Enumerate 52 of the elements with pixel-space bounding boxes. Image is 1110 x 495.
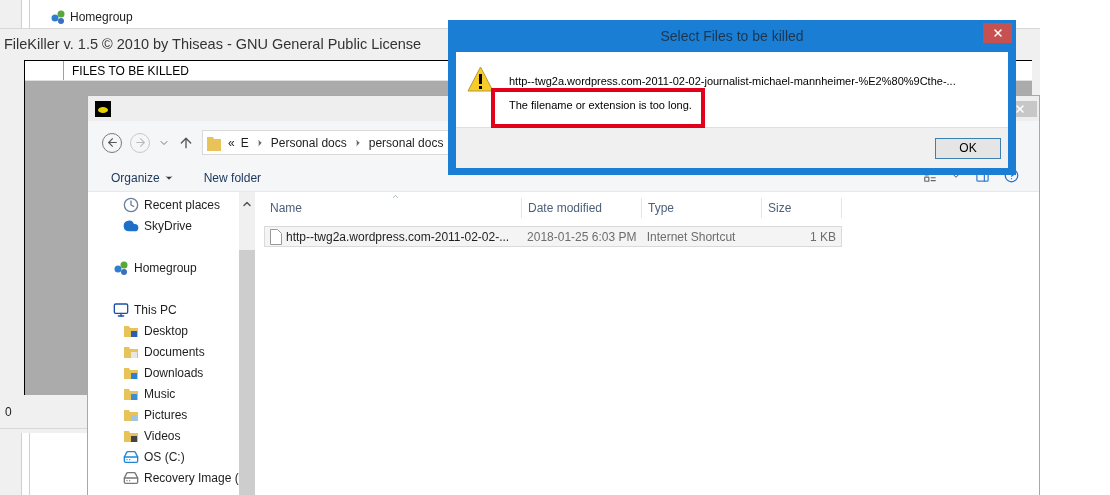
nav-item[interactable]: Pictures xyxy=(88,404,239,425)
nav-item[interactable]: OS (C:) xyxy=(88,446,239,467)
column-header[interactable]: Name xyxy=(264,198,522,218)
table-cell-text: 2018-01-25 6:03 PM xyxy=(527,228,637,246)
clock-icon xyxy=(123,196,139,213)
forward-icon xyxy=(133,136,147,149)
nav-item[interactable]: Recovery Image ( xyxy=(88,467,239,488)
app-icon xyxy=(95,100,111,117)
table-cell-text: Internet Shortcut xyxy=(646,228,736,246)
message-text: The filename or extension is too long. xyxy=(509,99,692,111)
network-icon xyxy=(113,259,129,276)
nav-item[interactable]: Videos xyxy=(88,425,239,446)
nav-item[interactable]: Homegroup xyxy=(50,8,133,26)
monitor-icon xyxy=(113,301,129,318)
nav-item[interactable]: Recent places xyxy=(88,194,239,215)
nav-item[interactable]: Music xyxy=(88,383,239,404)
toolbar-button[interactable]: Organize xyxy=(111,168,174,187)
file-icon xyxy=(270,228,282,245)
sort-icon xyxy=(391,192,400,201)
file-row[interactable]: http--twg2a.wordpress.com-2011-02-02-... 2018-01-25 6:03 PM Internet Shortcut 1 KB xyxy=(264,226,842,247)
ok-button[interactable]: OK xyxy=(935,137,1001,159)
breadcrumb[interactable]: Personal docs xyxy=(270,133,347,152)
breadcrumb[interactable]: personal docs xyxy=(368,133,444,152)
message-text: http--twg2a.wordpress.com-2011-02-02-journalist-michael-mannheimer-%E2%80%9Cthe-... xyxy=(509,75,956,87)
nav-item[interactable]: Downloads xyxy=(88,362,239,383)
drive-icon xyxy=(123,469,139,486)
close-icon xyxy=(991,27,1004,39)
nav-item[interactable]: This PC xyxy=(88,299,239,320)
nav-item[interactable]: Homegroup xyxy=(88,257,239,278)
column-header[interactable]: Type xyxy=(642,198,762,218)
nav-item[interactable]: SkyDrive xyxy=(88,215,239,236)
back-icon xyxy=(105,136,119,149)
breadcrumb[interactable]: E xyxy=(240,133,249,152)
scrollbar[interactable] xyxy=(238,192,255,495)
close-icon xyxy=(1014,102,1026,115)
warning-icon xyxy=(467,66,494,92)
nav-item[interactable]: Documents xyxy=(88,341,239,362)
close-button[interactable] xyxy=(983,23,1012,43)
table-cell-text: http--twg2a.wordpress.com-2011-02-02-... xyxy=(286,228,510,246)
column-header[interactable]: FILES TO BE KILLED xyxy=(64,61,189,80)
nav-item[interactable]: Desktop xyxy=(88,320,239,341)
toolbar-button[interactable]: New folder xyxy=(203,168,262,187)
column-header[interactable]: Size xyxy=(762,198,842,218)
network-icon xyxy=(50,9,66,25)
status-count: 0 xyxy=(5,403,12,421)
drive-icon xyxy=(123,448,139,465)
window-title: FileKiller v. 1.5 © 2010 by Thiseas - GNU General Public License xyxy=(4,34,422,54)
table-cell-text: 1 KB xyxy=(810,228,836,246)
breadcrumb[interactable]: « xyxy=(228,133,235,152)
column-header[interactable]: Date modified xyxy=(522,198,642,218)
dialog-title: Select Files to be killed xyxy=(660,26,804,46)
scroll-thumb[interactable] xyxy=(238,250,255,495)
